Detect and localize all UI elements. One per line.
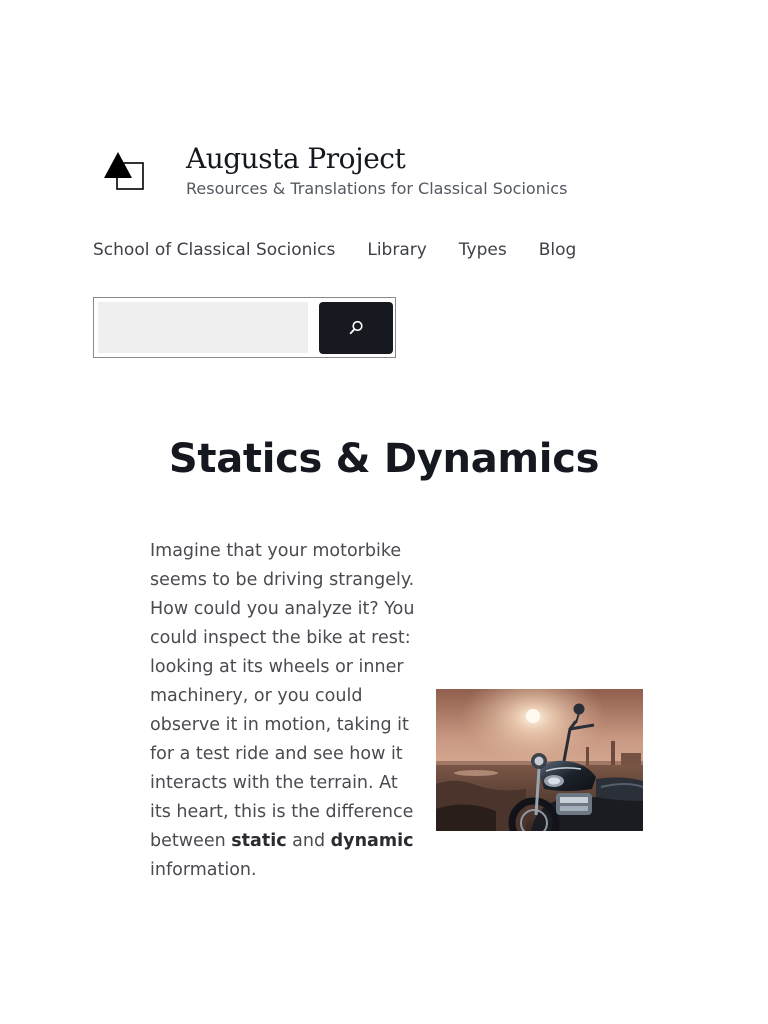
site-tagline: Resources & Translations for Classical S… bbox=[186, 179, 568, 198]
nav-item-blog[interactable]: Blog bbox=[539, 238, 577, 262]
term-static: static bbox=[231, 831, 287, 851]
term-dynamic: dynamic bbox=[330, 831, 414, 851]
search-input[interactable] bbox=[98, 302, 308, 353]
nav-item-library[interactable]: Library bbox=[367, 238, 426, 262]
paragraph-text-start: Imagine that your motorbike seems to be … bbox=[150, 541, 415, 851]
search-button[interactable] bbox=[319, 302, 393, 354]
motorbike-image bbox=[436, 689, 643, 831]
search-icon bbox=[349, 320, 363, 335]
main-navigation: School of Classical Socionics Library Ty… bbox=[93, 238, 576, 262]
paragraph-text-mid: and bbox=[286, 831, 331, 851]
site-title[interactable]: Augusta Project bbox=[186, 139, 406, 179]
page-title: Statics & Dynamics bbox=[168, 436, 600, 482]
site-logo[interactable] bbox=[101, 150, 149, 196]
intro-paragraph: Imagine that your motorbike seems to be … bbox=[150, 537, 418, 885]
nav-item-types[interactable]: Types bbox=[459, 238, 507, 262]
paragraph-text-end: information. bbox=[150, 860, 257, 880]
search-form bbox=[93, 297, 396, 358]
nav-item-school[interactable]: School of Classical Socionics bbox=[93, 238, 335, 262]
